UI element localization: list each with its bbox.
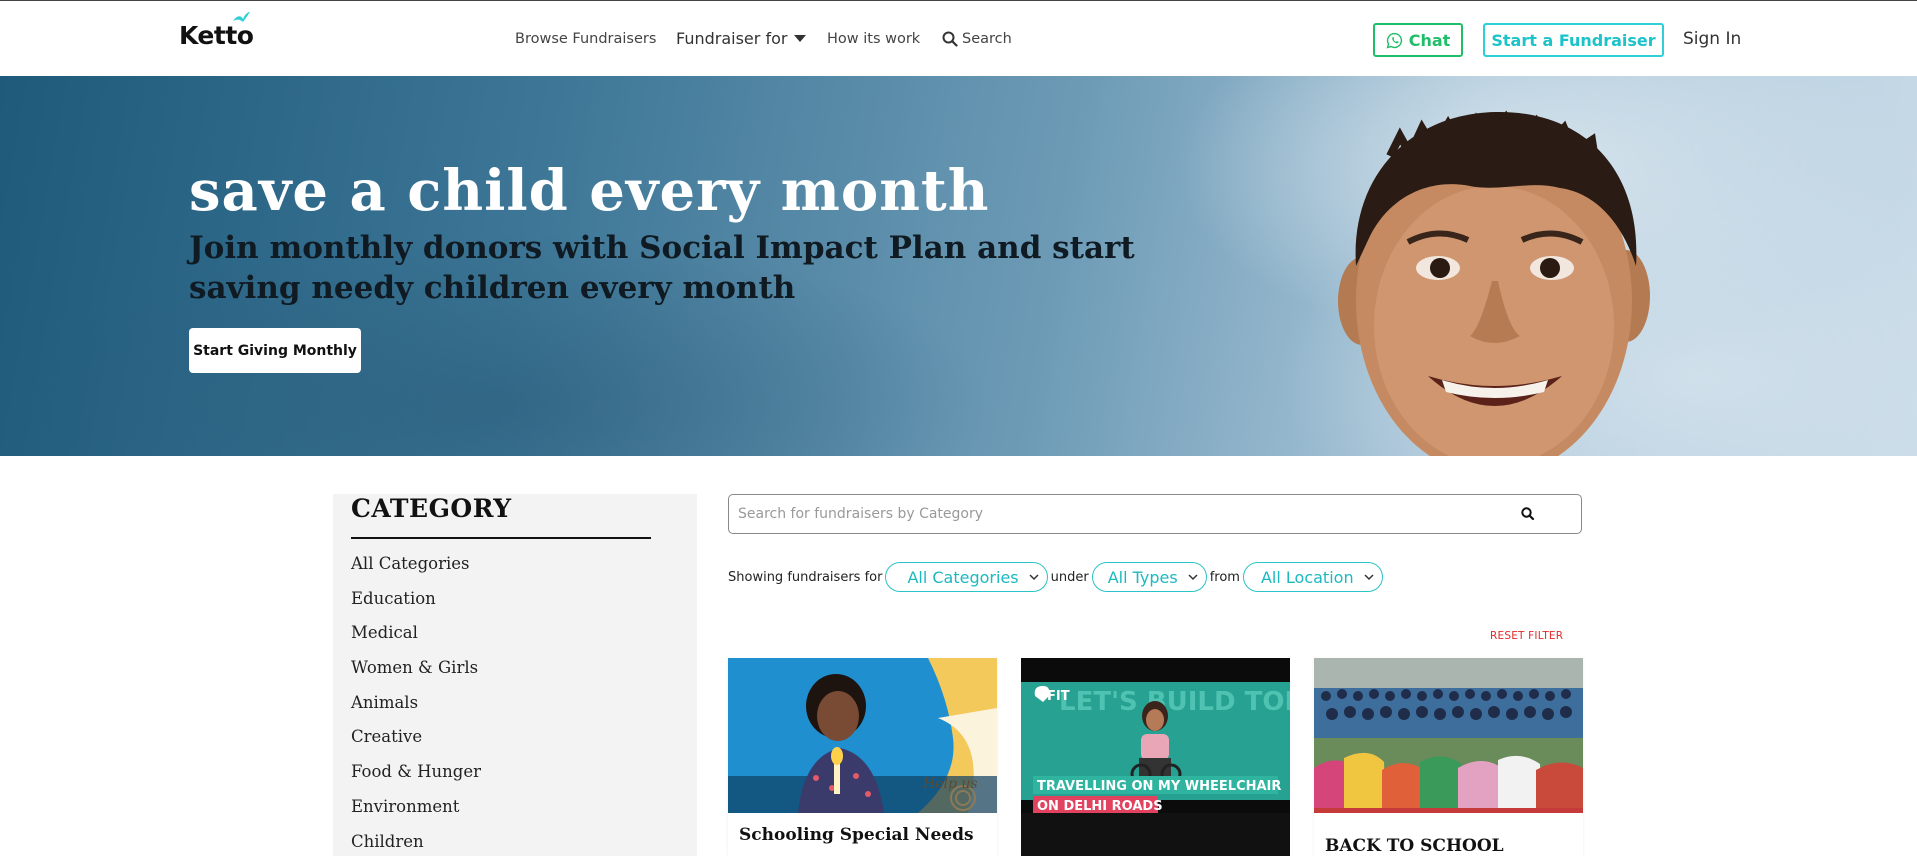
- nav-search[interactable]: Search: [942, 31, 1012, 47]
- card-image-watermark: LET'S BUILD TOMORROW: [1059, 687, 1290, 717]
- nav-fundraiser-for-label: Fundraiser for: [676, 29, 788, 48]
- category-heading: CATEGORY: [351, 494, 512, 523]
- search-icon: [942, 31, 958, 47]
- fundraiser-card-image: Help us: [728, 658, 997, 813]
- category-all[interactable]: All Categories: [351, 554, 481, 589]
- chevron-down-icon: [1188, 573, 1198, 580]
- bird-logo-icon: [233, 12, 250, 22]
- type-select[interactable]: All Types: [1091, 562, 1207, 592]
- hero-title: save a child every month: [189, 158, 990, 224]
- card-image-caption: Help us: [922, 776, 978, 792]
- ketto-logo[interactable]: Ketto: [179, 12, 259, 53]
- nav-browse-fundraisers[interactable]: Browse Fundraisers: [515, 31, 656, 47]
- chevron-down-icon: [1029, 573, 1039, 580]
- start-fundraiser-button[interactable]: Start a Fundraiser: [1483, 23, 1664, 57]
- fundraiser-card[interactable]: BACK TO SCHOOL: [1314, 658, 1583, 856]
- category-education[interactable]: Education: [351, 589, 481, 624]
- category-sidebar: CATEGORY All Categories Education Medica…: [333, 494, 697, 856]
- nav-fundraiser-for[interactable]: Fundraiser for: [676, 29, 807, 48]
- location-select[interactable]: All Location: [1242, 562, 1383, 592]
- fundraiser-card-image: LET'S BUILD TOMORROW FIT TRAVELLING ON M…: [1021, 658, 1290, 813]
- filter-from-label: from: [1209, 569, 1240, 585]
- whatsapp-icon: [1386, 32, 1402, 48]
- location-select-value: All Location: [1260, 567, 1354, 587]
- card-image-headline: TRAVELLING ON MY WHEELCHAIR: [1037, 779, 1281, 794]
- nav-search-label: Search: [962, 31, 1012, 47]
- card-image-logo-text: FIT: [1047, 689, 1070, 704]
- category-search-input[interactable]: [738, 495, 1518, 533]
- category-select-value: All Categories: [907, 567, 1019, 587]
- filter-under-label: under: [1050, 569, 1089, 585]
- hero-banner: save a child every month Join monthly do…: [0, 76, 1917, 456]
- fundraiser-card[interactable]: Help us Schooling Special Needs: [728, 658, 997, 856]
- start-giving-monthly-button[interactable]: Start Giving Monthly: [189, 328, 361, 373]
- fundraiser-card[interactable]: LET'S BUILD TOMORROW FIT TRAVELLING ON M…: [1021, 658, 1290, 856]
- search-icon[interactable]: [1520, 506, 1536, 522]
- filter-showing-label: Showing fundraisers for: [728, 569, 883, 585]
- category-environment[interactable]: Environment: [351, 797, 481, 832]
- category-creative[interactable]: Creative: [351, 727, 481, 762]
- caret-down-icon: [794, 35, 807, 42]
- reset-filter-link[interactable]: RESET FILTER: [1490, 630, 1563, 642]
- fundraiser-card-title: BACK TO SCHOOL: [1325, 836, 1504, 856]
- category-medical[interactable]: Medical: [351, 623, 481, 658]
- chevron-down-icon: [1364, 573, 1374, 580]
- category-divider: [351, 537, 651, 539]
- chat-label: Chat: [1408, 30, 1451, 50]
- category-women-girls[interactable]: Women & Girls: [351, 658, 481, 693]
- fundraiser-card-title: Schooling Special Needs: [739, 825, 974, 845]
- filter-bar: Showing fundraisers for All Categories u…: [728, 562, 1386, 592]
- category-list: All Categories Education Medical Women &…: [351, 554, 481, 856]
- category-select[interactable]: All Categories: [885, 562, 1048, 592]
- sign-in-link[interactable]: Sign In: [1683, 29, 1741, 49]
- child-photo: [1338, 110, 1650, 456]
- category-animals[interactable]: Animals: [351, 693, 481, 728]
- fundraiser-card-image: [1314, 658, 1583, 813]
- type-select-value: All Types: [1107, 567, 1178, 587]
- nav-how-it-works[interactable]: How its work: [827, 31, 920, 47]
- category-search-box: [728, 494, 1582, 534]
- category-children[interactable]: Children: [351, 832, 481, 856]
- category-food-hunger[interactable]: Food & Hunger: [351, 762, 481, 797]
- navbar: Ketto Browse Fundraisers Fundraiser for …: [0, 1, 1917, 76]
- hero-subtitle: Join monthly donors with Social Impact P…: [189, 230, 1135, 306]
- chat-button[interactable]: Chat: [1373, 23, 1463, 57]
- card-image-subheadline: ON DELHI ROADS: [1037, 799, 1163, 813]
